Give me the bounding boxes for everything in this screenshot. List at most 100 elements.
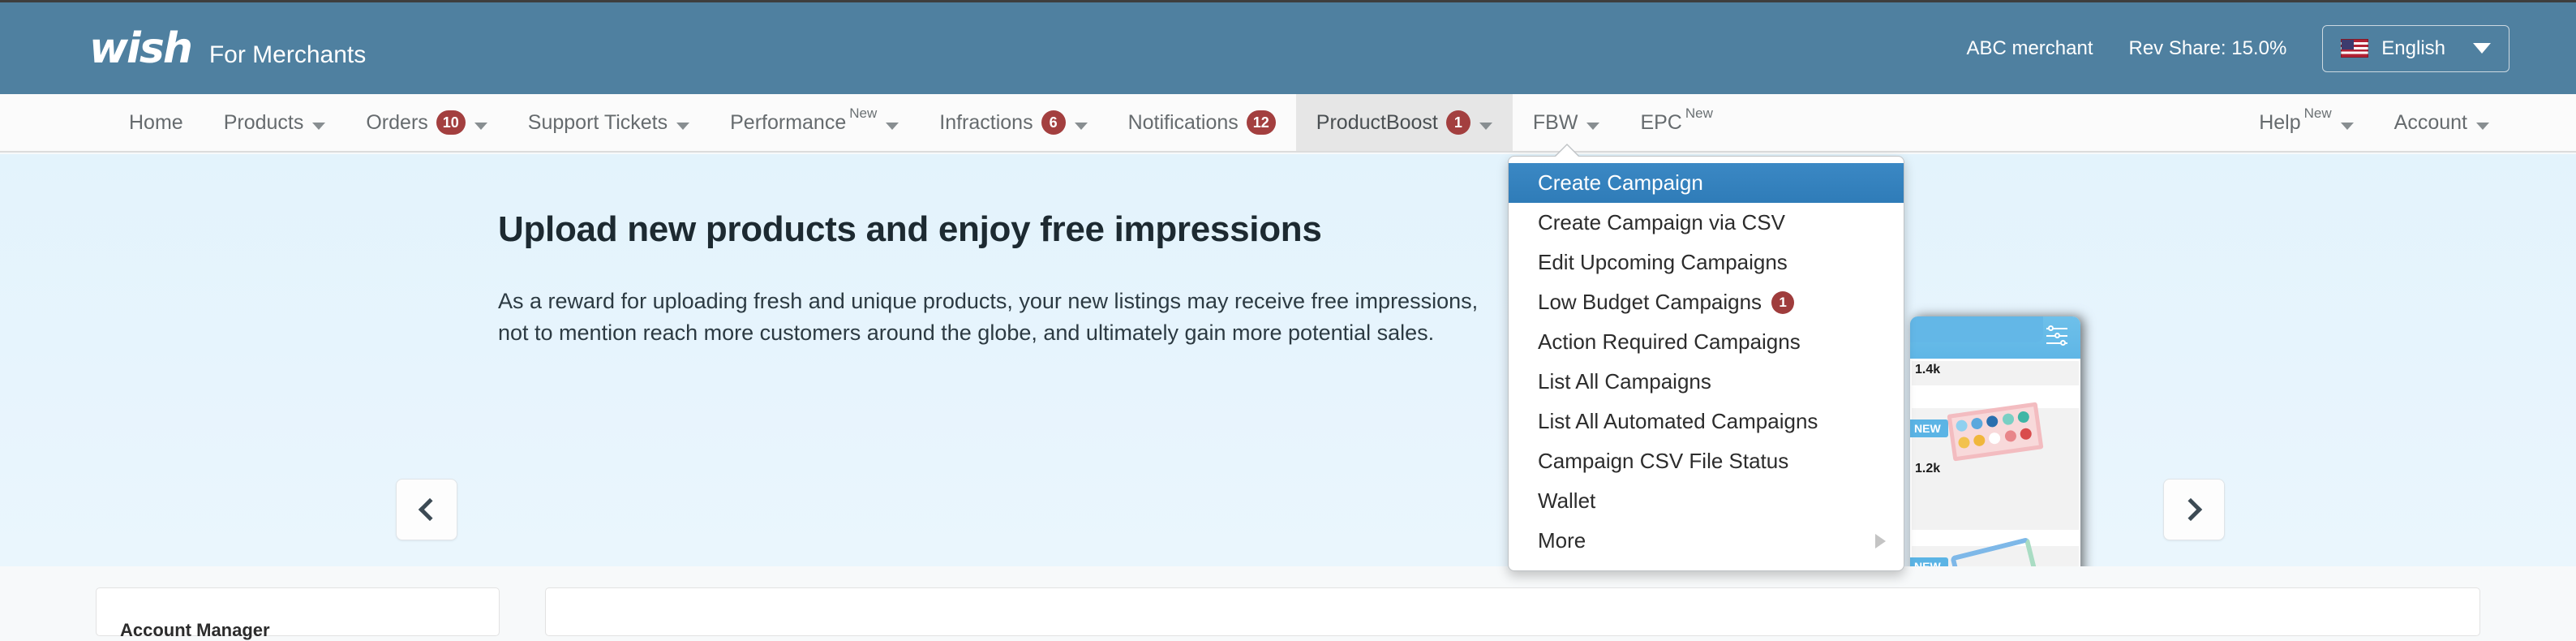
nav-item-account[interactable]: Account bbox=[2374, 94, 2509, 151]
us-flag-icon bbox=[2341, 39, 2369, 58]
chevron-down-icon bbox=[2476, 122, 2489, 130]
nav-item-productboost[interactable]: ProductBoost 1 bbox=[1295, 94, 1513, 151]
card-views: 1.4k bbox=[1915, 363, 1941, 376]
nav-item-epc[interactable]: EPC New bbox=[1620, 94, 1732, 151]
chevron-left-icon bbox=[418, 497, 442, 522]
dropdown-item-list-all-campaigns[interactable]: List All Campaigns bbox=[1509, 362, 1904, 402]
brand[interactable]: wish For Merchants bbox=[89, 28, 366, 70]
nav-left-group: Home Products Orders 10 Support Tickets Perfo… bbox=[109, 94, 1733, 151]
chevron-right-icon bbox=[2179, 497, 2203, 522]
dropdown-item-label: Campaign CSV File Status bbox=[1538, 449, 1789, 473]
nav-item-label: ProductBoost bbox=[1316, 110, 1438, 134]
brand-tagline: For Merchants bbox=[208, 41, 367, 68]
new-badge: NEW bbox=[1910, 419, 1948, 437]
dropdown-item-label: List All Automated Campaigns bbox=[1538, 409, 1818, 433]
dropdown-item-list: Create Campaign Create Campaign via CSV Ed… bbox=[1509, 163, 1904, 561]
nav-item-label: Support Tickets bbox=[527, 110, 668, 134]
promo-banner: Upload new products and enjoy free impre… bbox=[0, 154, 2576, 566]
carousel-next-button[interactable] bbox=[2163, 479, 2225, 540]
dropdown-item-action-required-campaigns[interactable]: Action Required Campaigns bbox=[1509, 322, 1904, 362]
nav-new-label: New bbox=[1685, 105, 1713, 121]
nav-item-label: Infractions bbox=[939, 110, 1033, 134]
nav-badge: 1 bbox=[1445, 110, 1470, 135]
list-item: NEW 1.2k bbox=[1910, 402, 2079, 530]
main-content-card bbox=[545, 587, 2480, 636]
chevron-down-icon bbox=[1074, 122, 1088, 130]
dropdown-item-list-all-automated-campaigns[interactable]: List All Automated Campaigns bbox=[1509, 402, 1904, 441]
submenu-arrow-icon bbox=[1875, 533, 1886, 549]
nav-new-label: New bbox=[2303, 105, 2332, 121]
blue-shape-icon bbox=[1950, 536, 2041, 566]
sliders-icon bbox=[2046, 325, 2071, 347]
main-navigation: Home Products Orders 10 Support Tickets Perfo… bbox=[0, 94, 2576, 153]
banner-text-block: Upload new products and enjoy free impre… bbox=[498, 209, 1488, 350]
carousel-prev-button[interactable] bbox=[396, 479, 457, 540]
chevron-down-icon bbox=[676, 122, 690, 130]
dropdown-item-create-campaign[interactable]: Create Campaign bbox=[1509, 163, 1904, 203]
banner-title: Upload new products and enjoy free impre… bbox=[498, 209, 1322, 249]
rev-share-label: Rev Share: 15.0% bbox=[2128, 37, 2287, 59]
nav-item-label: Help bbox=[2259, 110, 2301, 134]
nav-item-orders[interactable]: Orders 10 bbox=[346, 94, 507, 151]
dropdown-item-more[interactable]: More bbox=[1509, 521, 1904, 561]
dropdown-item-label: Create Campaign via CSV bbox=[1538, 210, 1785, 234]
banner-body: As a reward for uploading fresh and uniq… bbox=[498, 289, 1479, 346]
nav-badge: 10 bbox=[436, 110, 466, 135]
dropdown-item-label: Low Budget Campaigns bbox=[1538, 290, 1762, 314]
dropdown-item-label: Create Campaign bbox=[1538, 170, 1703, 195]
dropdown-item-label: List All Campaigns bbox=[1538, 369, 1711, 394]
nav-item-label: EPC bbox=[1640, 110, 1682, 134]
nav-badge: 12 bbox=[1246, 110, 1276, 135]
chevron-down-icon bbox=[1586, 122, 1600, 130]
phone-illustration: 1.4k NEW 1.2k NEW bbox=[1910, 316, 2080, 566]
header-right-group: ABC merchant Rev Share: 15.0% English bbox=[1966, 24, 2509, 72]
chevron-down-icon bbox=[2473, 43, 2491, 54]
nav-item-performance[interactable]: Performance New bbox=[710, 94, 919, 151]
merchant-name: ABC merchant bbox=[1966, 37, 2093, 59]
nav-item-products[interactable]: Products bbox=[204, 94, 346, 151]
language-selector[interactable]: English bbox=[2322, 24, 2509, 72]
nav-item-label: Home bbox=[129, 110, 183, 134]
chevron-down-icon bbox=[1479, 122, 1492, 130]
nav-item-help[interactable]: Help New bbox=[2239, 94, 2373, 151]
nav-item-label: Notifications bbox=[1127, 110, 1239, 134]
dropdown-item-label: Wallet bbox=[1538, 488, 1596, 513]
nav-item-infractions[interactable]: Infractions 6 bbox=[919, 94, 1107, 151]
dropdown-item-create-campaign-via-csv[interactable]: Create Campaign via CSV bbox=[1509, 203, 1904, 243]
list-item: 1.4k bbox=[1912, 361, 2079, 385]
nav-right-group: Help New Account bbox=[2239, 94, 2509, 151]
nav-item-label: FBW bbox=[1532, 110, 1578, 134]
new-badge: NEW bbox=[1910, 557, 1948, 566]
language-label: English bbox=[2381, 37, 2445, 59]
chevron-down-icon bbox=[474, 122, 487, 130]
dropdown-item-label: More bbox=[1538, 528, 1586, 553]
nav-item-label: Performance bbox=[730, 110, 847, 134]
nav-item-home[interactable]: Home bbox=[109, 94, 204, 151]
nav-item-support-tickets[interactable]: Support Tickets bbox=[508, 94, 710, 151]
dropdown-item-wallet[interactable]: Wallet bbox=[1509, 481, 1904, 521]
productboost-dropdown-menu: Create Campaign Create Campaign via CSV Ed… bbox=[1508, 144, 1904, 571]
nav-new-label: New bbox=[849, 105, 878, 121]
nav-item-notifications[interactable]: Notifications 12 bbox=[1108, 94, 1296, 151]
chevron-down-icon bbox=[886, 122, 899, 130]
nav-item-label: Products bbox=[223, 110, 304, 134]
wish-logo-icon: wish bbox=[89, 24, 193, 73]
dropdown-item-label: Action Required Campaigns bbox=[1538, 329, 1801, 354]
nav-badge: 6 bbox=[1041, 110, 1066, 135]
chevron-down-icon bbox=[2340, 122, 2354, 130]
list-item: NEW bbox=[1910, 536, 2079, 566]
nav-item-label: Account bbox=[2394, 110, 2467, 134]
dropdown-item-label: Edit Upcoming Campaigns bbox=[1538, 250, 1788, 274]
content-area bbox=[0, 566, 2576, 636]
paint-palette-icon bbox=[1947, 402, 2044, 462]
chevron-down-icon bbox=[312, 122, 326, 130]
card-views: 1.2k bbox=[1915, 462, 1941, 475]
phone-topbar bbox=[1910, 316, 2080, 359]
dropdown-item-campaign-csv-file-status[interactable]: Campaign CSV File Status bbox=[1509, 441, 1904, 481]
dropdown-item-low-budget-campaigns[interactable]: Low Budget Campaigns 1 bbox=[1509, 282, 1904, 322]
dropdown-caret-inner-icon bbox=[1555, 145, 1579, 157]
nav-item-label: Orders bbox=[366, 110, 428, 134]
dropdown-item-badge: 1 bbox=[1771, 290, 1795, 314]
nav-item-fbw[interactable]: FBW bbox=[1513, 94, 1621, 151]
dropdown-item-edit-upcoming-campaigns[interactable]: Edit Upcoming Campaigns bbox=[1509, 243, 1904, 282]
